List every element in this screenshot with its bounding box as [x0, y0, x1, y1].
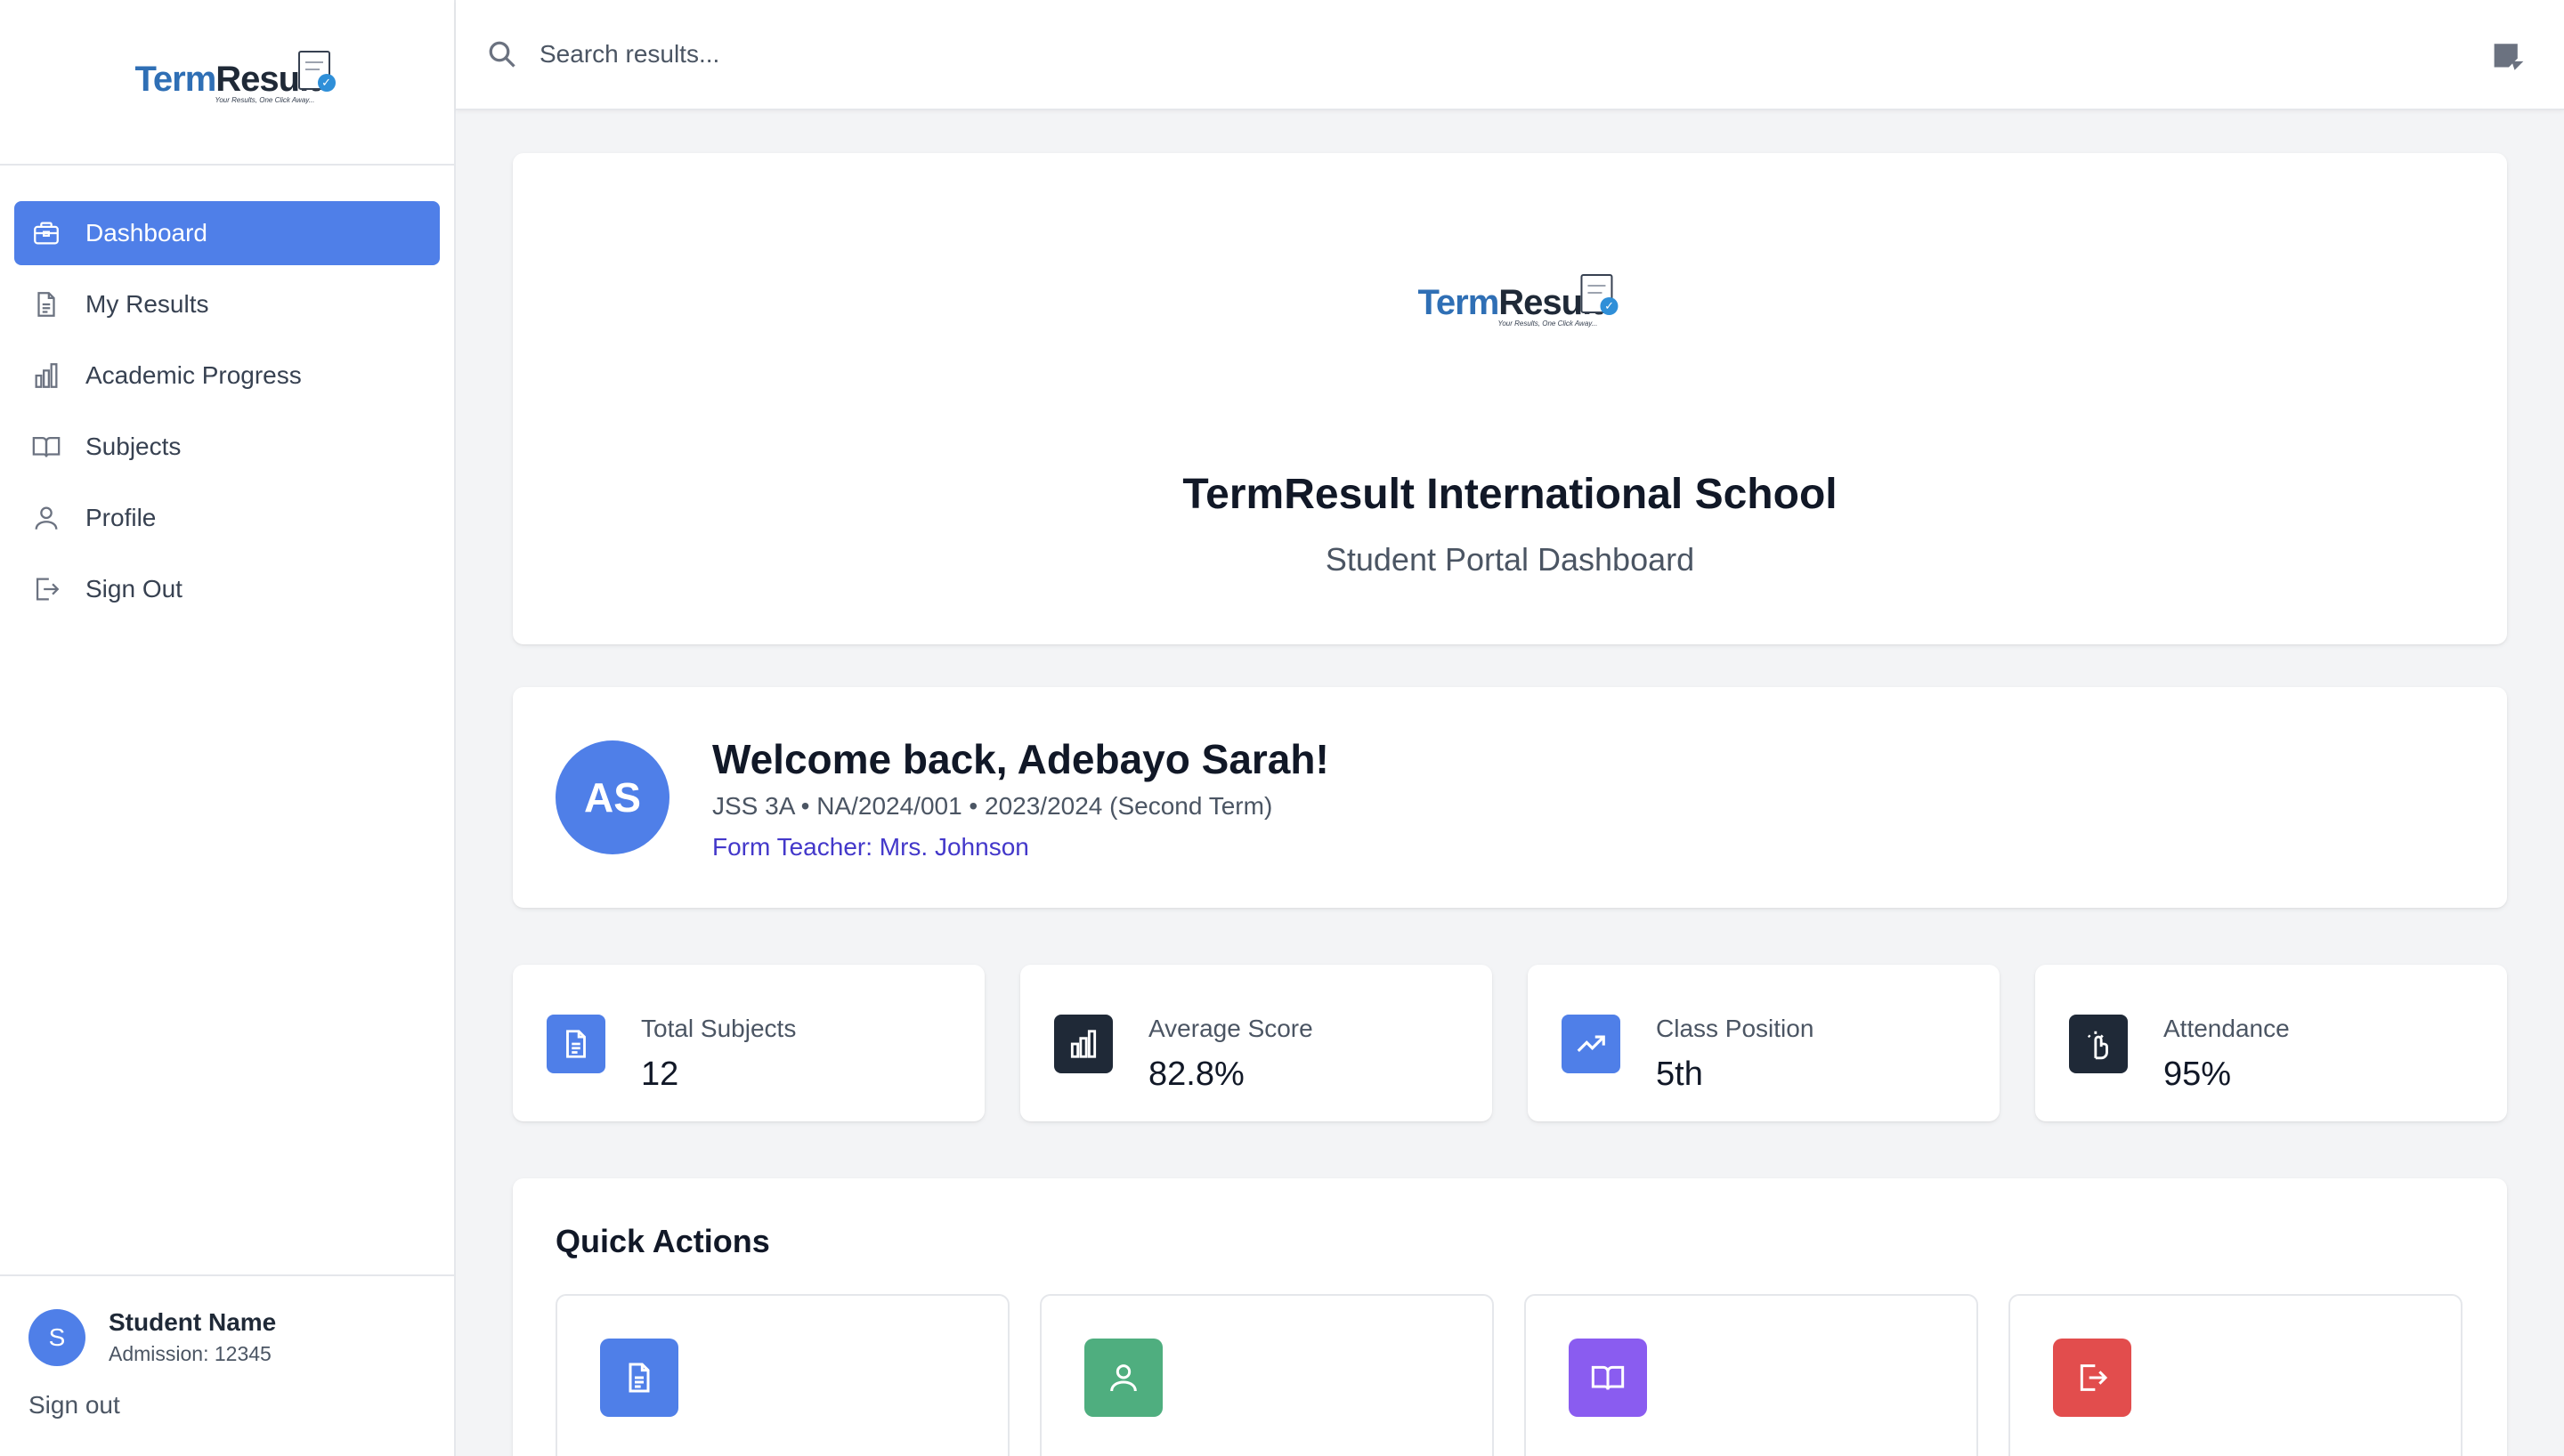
- search-input[interactable]: [540, 40, 1608, 69]
- user-info: S Student Name Admission: 12345: [28, 1308, 426, 1366]
- school-subtitle: Student Portal Dashboard: [1325, 541, 1695, 578]
- open-book-icon: [30, 431, 62, 463]
- sidebar-user-panel: S Student Name Admission: 12345 Sign out: [0, 1274, 454, 1456]
- school-banner-card: TermResult Your Results, One Click Away.…: [513, 153, 2507, 644]
- stat-card-average-score: Average Score 82.8%: [1020, 965, 1492, 1121]
- stat-value: 82.8%: [1148, 1056, 1245, 1093]
- sidebar-item-subjects[interactable]: Subjects: [14, 415, 440, 479]
- notes-icon[interactable]: [2491, 41, 2527, 73]
- sidebar-item-label: Dashboard: [85, 219, 207, 247]
- check-badge-icon: ✓: [1600, 297, 1619, 315]
- sidebar-item-dashboard[interactable]: Dashboard: [14, 201, 440, 265]
- stat-label: Attendance: [2163, 1015, 2290, 1042]
- bar-chart-icon: [30, 360, 62, 392]
- stat-value: 12: [641, 1056, 679, 1093]
- quick-action-profile[interactable]: [1040, 1294, 1494, 1456]
- school-logo: TermResult Your Results, One Click Away.…: [1417, 274, 1619, 328]
- bar-chart-icon: [1054, 1015, 1113, 1073]
- sidebar-item-label: Academic Progress: [85, 361, 302, 389]
- user-admission: Admission: 12345: [109, 1342, 272, 1365]
- sidebar-nav: Dashboard My Results Academic Progress S…: [0, 166, 454, 621]
- sidebar-item-label: Profile: [85, 504, 157, 531]
- stat-value: 5th: [1656, 1056, 1703, 1093]
- quick-action-results[interactable]: [556, 1294, 1010, 1456]
- user-icon: [30, 502, 62, 534]
- stat-card-total-subjects: Total Subjects 12: [513, 965, 985, 1121]
- top-bar: [456, 0, 2564, 110]
- hand-pointer-icon: [2069, 1015, 2128, 1073]
- avatar: AS: [556, 740, 669, 854]
- brand-logo[interactable]: TermResult Your Results, One Click Away.…: [134, 51, 336, 104]
- quick-action-sign-out[interactable]: [2008, 1294, 2463, 1456]
- stat-label: Class Position: [1656, 1015, 1814, 1042]
- stat-label: Total Subjects: [641, 1015, 797, 1042]
- sign-out-link[interactable]: Sign out: [28, 1391, 426, 1420]
- quick-actions-card: Quick Actions: [513, 1178, 2507, 1456]
- user-icon: [1084, 1339, 1163, 1417]
- stat-card-attendance: Attendance 95%: [2035, 965, 2507, 1121]
- welcome-title: Welcome back, Adebayo Sarah!: [712, 736, 1329, 782]
- sign-out-icon: [30, 573, 62, 605]
- stat-value: 95%: [2163, 1056, 2232, 1093]
- sidebar-item-label: Subjects: [85, 433, 182, 460]
- check-badge-icon: ✓: [317, 74, 336, 92]
- search-icon: [484, 36, 520, 72]
- stat-label: Average Score: [1148, 1015, 1313, 1042]
- open-book-icon: [1569, 1339, 1647, 1417]
- document-icon: [547, 1015, 605, 1073]
- sidebar-item-my-results[interactable]: My Results: [14, 272, 440, 336]
- sidebar: TermResult Your Results, One Click Away.…: [0, 0, 456, 1456]
- quick-action-subjects[interactable]: [1524, 1294, 1978, 1456]
- sidebar-item-profile[interactable]: Profile: [14, 486, 440, 550]
- user-name: Student Name: [109, 1308, 277, 1336]
- document-icon: [30, 288, 62, 320]
- form-teacher: Form Teacher: Mrs. Johnson: [712, 833, 1029, 861]
- document-icon: [600, 1339, 678, 1417]
- sign-out-icon: [2053, 1339, 2131, 1417]
- trending-up-icon: [1562, 1015, 1620, 1073]
- sidebar-item-sign-out[interactable]: Sign Out: [14, 557, 440, 621]
- welcome-card: AS Welcome back, Adebayo Sarah! JSS 3A •…: [513, 687, 2507, 908]
- school-name: TermResult International School: [1182, 471, 1838, 518]
- sidebar-logo-area: TermResult Your Results, One Click Away.…: [0, 0, 454, 166]
- briefcase-icon: [30, 217, 62, 249]
- avatar[interactable]: S: [28, 1308, 85, 1366]
- sidebar-item-label: My Results: [85, 290, 209, 318]
- sidebar-item-label: Sign Out: [85, 575, 183, 603]
- quick-actions-title: Quick Actions: [556, 1223, 770, 1259]
- student-meta: JSS 3A • NA/2024/001 • 2023/2024 (Second…: [712, 792, 1273, 820]
- stat-card-class-position: Class Position 5th: [1528, 965, 2000, 1121]
- sidebar-item-academic-progress[interactable]: Academic Progress: [14, 344, 440, 408]
